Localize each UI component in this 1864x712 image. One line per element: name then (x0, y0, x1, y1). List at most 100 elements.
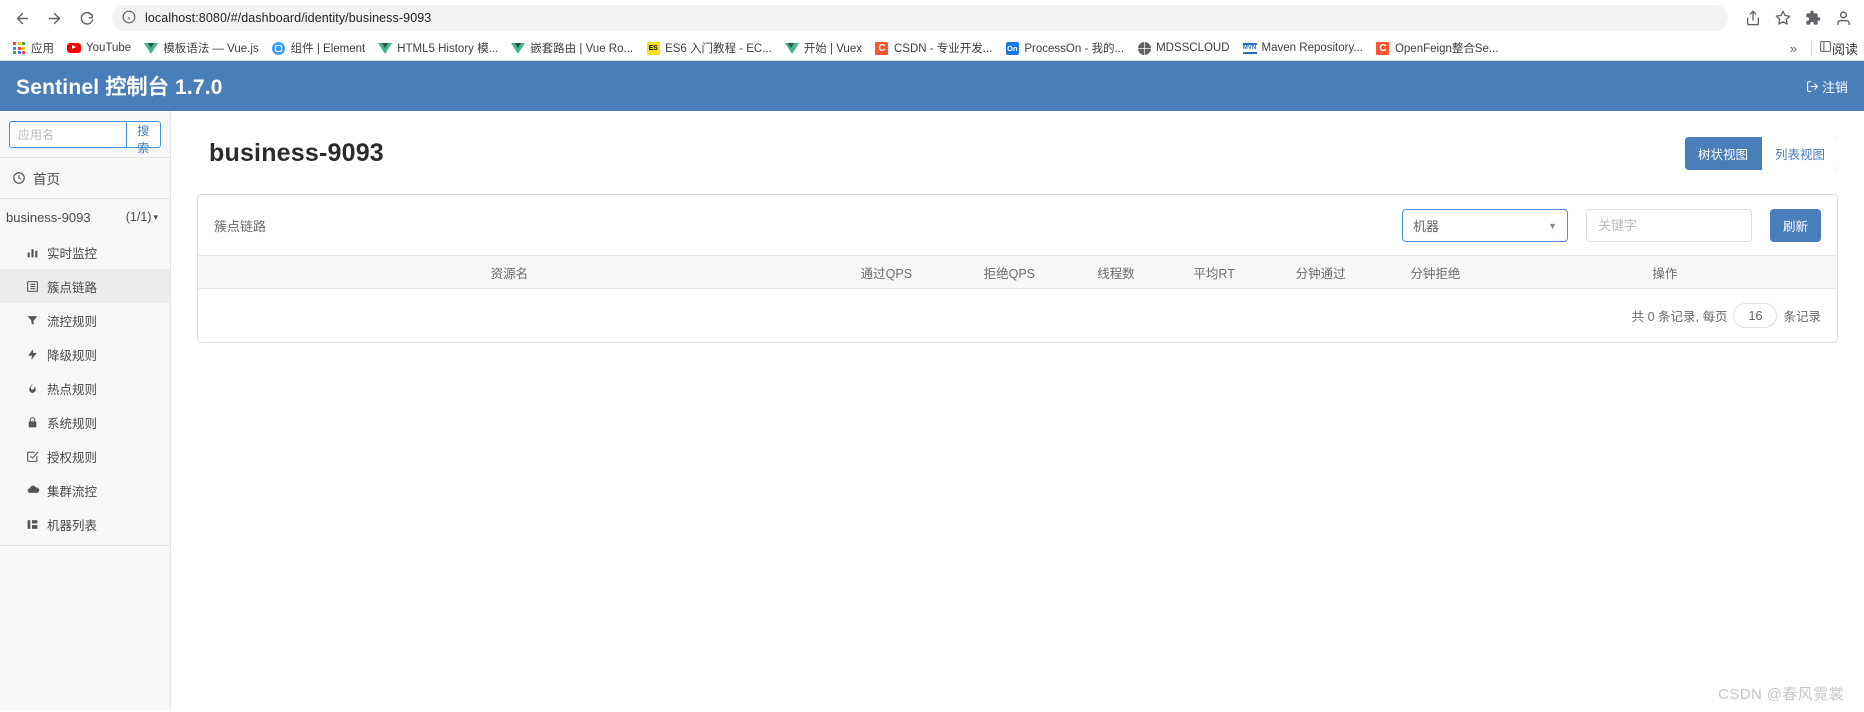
list-icon (24, 280, 41, 293)
machine-select-value: 机器 (1412, 219, 1439, 234)
bookmark-item[interactable]: 嵌套路由 | Vue Ro... (505, 38, 639, 59)
browser-toolbar: localhost:8080/#/dashboard/identity/busi… (0, 0, 1864, 36)
dashboard-icon (10, 171, 27, 185)
element-icon (272, 41, 286, 55)
sidebar-item-home[interactable]: 首页 (0, 158, 170, 198)
extensions-puzzle-icon[interactable] (1800, 5, 1826, 31)
table-pager: 共 0 条记录, 每页 条记录 (198, 289, 1837, 342)
page-size-input[interactable] (1733, 303, 1778, 328)
refresh-button[interactable]: 刷新 (1769, 209, 1821, 242)
sidebar-item-flow-rules[interactable]: 流控规则 (0, 303, 170, 337)
browser-chrome: localhost:8080/#/dashboard/identity/busi… (0, 0, 1864, 61)
bookmarks-overflow-chevron[interactable]: » (1783, 41, 1804, 56)
sidebar-item-hotspot-rules[interactable]: 热点规则 (0, 371, 170, 405)
bookmark-item[interactable]: ES ES6 入门教程 - EC... (640, 38, 778, 59)
machine-select[interactable]: 机器 ▼ (1401, 209, 1568, 242)
bookmark-item[interactable]: 模板语法 — Vue.js (138, 38, 264, 59)
column-header-pass-qps[interactable]: 通过QPS (820, 255, 952, 289)
sentinel-app: Sentinel 控制台 1.7.0 注销 搜索 (0, 61, 1864, 710)
pager-suffix-label: 条记录 (1783, 310, 1821, 324)
bookmark-item[interactable]: 应用 (6, 38, 60, 59)
card-header: 簇点链路 机器 ▼ 刷新 (198, 195, 1837, 255)
sidebar-item-degrade-rules[interactable]: 降级规则 (0, 337, 170, 371)
pager-prefix-label: 共 0 条记录, 每页 (1631, 310, 1728, 324)
column-header-block-qps[interactable]: 拒绝QPS (951, 255, 1067, 289)
sidebar-item-system-rules[interactable]: 系统规则 (0, 405, 170, 439)
watermark: CSDN @春风霓裳 (1718, 686, 1844, 703)
csdn-icon: C (1376, 41, 1390, 55)
chevron-down-icon[interactable]: ▾ (153, 212, 158, 223)
bolt-icon (24, 348, 41, 361)
vue-icon (378, 41, 393, 55)
maven-icon: MVN (1242, 41, 1257, 55)
tab-tree-view[interactable]: 树状视图 (1684, 137, 1761, 170)
column-header-minute-block[interactable]: 分钟拒绝 (1378, 255, 1493, 289)
bookmark-item[interactable]: MDSSCLOUD (1131, 38, 1235, 59)
address-bar[interactable]: localhost:8080/#/dashboard/identity/busi… (112, 5, 1728, 31)
bookmark-item[interactable]: On ProcessOn - 我的... (999, 38, 1130, 59)
column-header-thread-count[interactable]: 线程数 (1066, 255, 1165, 289)
app-header: Sentinel 控制台 1.7.0 注销 (0, 61, 1864, 111)
bookmark-item[interactable]: YouTube (61, 38, 137, 59)
sidebar-item-auth-rules[interactable]: 授权规则 (0, 439, 170, 473)
sidebar-item-cluster-flow[interactable]: 集群流控 (0, 473, 170, 507)
column-header-avg-rt[interactable]: 平均RT (1164, 255, 1264, 289)
bookmark-item[interactable]: 开始 | Vuex (779, 38, 868, 59)
lock-icon (24, 416, 41, 429)
logout-button[interactable]: 注销 (1806, 77, 1848, 96)
apps-grid-icon (12, 41, 26, 55)
grid-icon (24, 518, 41, 531)
sidebar-item-label: 热点规则 (47, 382, 98, 397)
reading-list-label[interactable]: 阅读 (1832, 39, 1858, 58)
sidebar-app-count: (1/1) (125, 210, 152, 224)
table-header-row: 资源名 通过QPS 拒绝QPS 线程数 平均RT 分钟通过 分钟拒绝 操作 (198, 255, 1837, 289)
sidebar-app-node[interactable]: business-9093 (1/1) ▾ (0, 199, 170, 235)
site-info-icon[interactable] (122, 10, 136, 27)
sidebar-item-label: 簇点链路 (47, 280, 98, 295)
column-header-minute-pass[interactable]: 分钟通过 (1263, 255, 1379, 289)
forward-arrow-icon[interactable] (40, 4, 68, 32)
page-title-row: business-9093 树状视图 列表视图 (197, 111, 1838, 170)
view-toggle-group: 树状视图 列表视图 (1684, 137, 1838, 170)
tab-list-view[interactable]: 列表视图 (1760, 137, 1838, 170)
bookmark-star-icon[interactable] (1770, 5, 1796, 31)
chart-bar-icon (24, 246, 41, 259)
filter-icon (24, 314, 41, 327)
sidebar-item-label: 实时监控 (47, 246, 98, 261)
search-button[interactable]: 搜索 (125, 121, 161, 155)
bookmark-label: YouTube (86, 42, 132, 54)
cluster-link-card: 簇点链路 机器 ▼ 刷新 资源名 (197, 194, 1838, 343)
bookmark-label: ProcessOn - 我的... (1024, 43, 1125, 55)
bookmark-item[interactable]: C OpenFeign整合Se... (1370, 38, 1505, 59)
profile-avatar-icon[interactable] (1830, 5, 1856, 31)
sidebar-item-label: 集群流控 (47, 484, 98, 499)
sidebar: 搜索 首页 business-9093 (1/1) ▾ (0, 111, 171, 710)
reload-icon[interactable] (72, 4, 100, 32)
column-header-operation[interactable]: 操作 (1492, 255, 1837, 289)
bookmark-label: 组件 | Element (290, 43, 366, 55)
bookmark-item[interactable]: C CSDN - 专业开发... (869, 38, 998, 59)
share-icon[interactable] (1740, 5, 1766, 31)
bookmark-label: MDSSCLOUD (1156, 42, 1230, 54)
check-square-icon (24, 450, 41, 463)
keyword-input[interactable] (1585, 209, 1752, 242)
bookmark-item[interactable]: MVN Maven Repository... (1237, 38, 1369, 59)
table-head: 资源名 通过QPS 拒绝QPS 线程数 平均RT 分钟通过 分钟拒绝 操作 (198, 255, 1837, 289)
back-arrow-icon[interactable] (8, 4, 36, 32)
search-input[interactable] (9, 121, 126, 148)
reading-list-icon[interactable] (1819, 40, 1832, 56)
bookmark-item[interactable]: 组件 | Element (266, 38, 372, 59)
bookmark-item[interactable]: HTML5 History 模... (372, 38, 504, 59)
bookmark-label: 应用 (31, 43, 54, 55)
card-title: 簇点链路 (214, 219, 267, 234)
sidebar-item-machine-list[interactable]: 机器列表 (0, 507, 170, 541)
sidebar-item-label: 系统规则 (47, 416, 98, 431)
bookmark-label: CSDN - 专业开发... (893, 43, 993, 55)
sidebar-item-cluster-link[interactable]: 簇点链路 (0, 269, 170, 303)
toolbar-divider (1810, 40, 1812, 56)
column-header-resource[interactable]: 资源名 (198, 255, 821, 289)
sidebar-item-label: 降级规则 (47, 348, 98, 363)
chevron-down-icon: ▼ (1548, 220, 1557, 231)
bookmarks-bar: 应用 YouTube 模板语法 — Vue.js 组件 | Element HT… (0, 36, 1864, 61)
sidebar-item-realtime-monitor[interactable]: 实时监控 (0, 235, 170, 269)
